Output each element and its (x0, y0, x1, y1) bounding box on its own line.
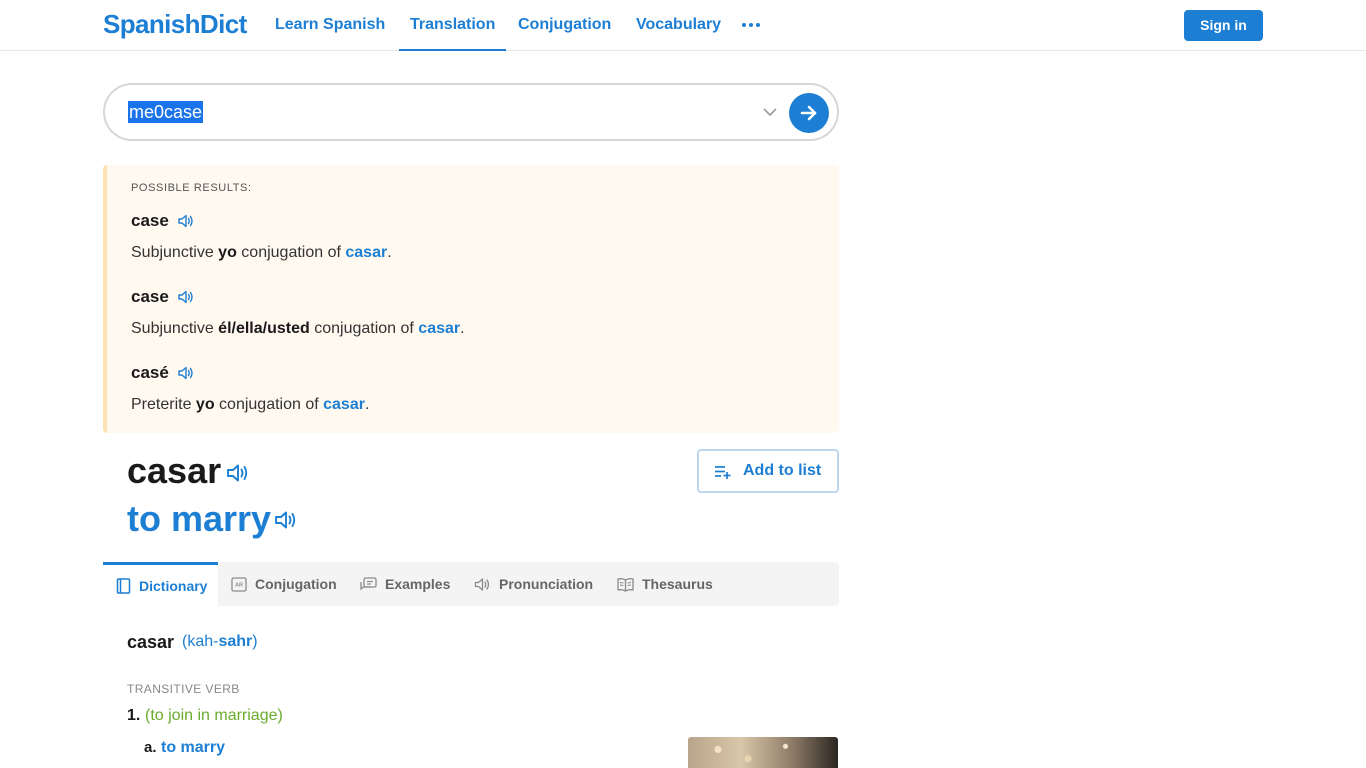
sense-number: 1. (127, 707, 141, 724)
search-submit-button[interactable] (789, 93, 829, 133)
search-box[interactable]: me0case (103, 83, 839, 141)
nav-learn-spanish[interactable]: Learn Spanish (275, 0, 385, 50)
entry-headword: casar (127, 632, 175, 652)
content-tabs: Dictionary AR Conjugation Examples Pronu… (103, 562, 839, 606)
result-description: Subjunctive yo conjugation of casar. (131, 244, 392, 261)
tab-label: Dictionary (139, 577, 208, 594)
speaker-icon[interactable] (177, 365, 195, 381)
result-word: casé (131, 363, 169, 382)
possible-results-panel: POSSIBLE RESULTS: case Subjunctive yo co… (103, 165, 839, 433)
illustration-image (688, 737, 838, 768)
arrow-right-icon (800, 105, 817, 121)
add-to-list-label: Add to list (743, 462, 822, 479)
pronunciation-link[interactable]: (kah-sahr) (182, 633, 258, 651)
nav-vocabulary[interactable]: Vocabulary (636, 0, 721, 50)
spanishdict-logo[interactable]: SpanishDict (103, 9, 247, 39)
nav-conjugation[interactable]: Conjugation (518, 0, 611, 50)
tab-pronunciation[interactable]: Pronunciation (474, 562, 593, 606)
result-word: case (131, 287, 169, 306)
tab-label: Conjugation (255, 576, 337, 592)
ellipsis-icon[interactable] (742, 23, 760, 27)
sub-sense-translation[interactable]: to marry (161, 739, 225, 757)
sign-in-button[interactable]: Sign in (1184, 10, 1263, 41)
casar-link[interactable]: casar (323, 396, 365, 413)
speaker-icon[interactable] (177, 289, 195, 305)
speaker-icon[interactable] (226, 462, 250, 484)
casar-link[interactable]: casar (418, 320, 460, 337)
nav-translation[interactable]: Translation (398, 0, 507, 51)
tab-label: Examples (385, 576, 451, 592)
headword: casar (127, 450, 222, 491)
casar-link[interactable]: casar (345, 244, 387, 261)
sense-context: (to join in marriage) (145, 707, 283, 724)
result-description: Preterite yo conjugation of casar. (131, 396, 370, 413)
tab-label: Pronunciation (499, 576, 594, 592)
speech-bubbles-icon (360, 576, 377, 590)
speaker-icon[interactable] (177, 213, 195, 229)
speaker-icon[interactable] (274, 509, 298, 531)
add-to-list-button[interactable]: Add to list (697, 449, 839, 493)
tab-examples[interactable]: Examples (360, 562, 450, 606)
book-icon (116, 577, 131, 594)
sub-sense-letter: a. (144, 739, 157, 756)
tab-dictionary[interactable]: Dictionary (103, 562, 218, 606)
result-word: case (131, 211, 169, 230)
tab-conjugation[interactable]: AR Conjugation (231, 562, 337, 606)
tab-thesaurus[interactable]: Thesaurus (617, 562, 713, 606)
add-list-icon (715, 466, 731, 479)
top-navbar: SpanishDict Learn Spanish Translation Co… (0, 0, 1366, 51)
conjugation-icon: AR (231, 576, 247, 592)
chevron-down-icon[interactable] (763, 105, 777, 119)
result-description: Subjunctive él/ella/usted conjugation of… (131, 320, 465, 337)
possible-results-title: POSSIBLE RESULTS: (131, 182, 252, 194)
headword-translation: to marry (127, 498, 272, 539)
part-of-speech: TRANSITIVE VERB (127, 682, 240, 696)
svg-text:AR: AR (235, 582, 243, 588)
tab-label: Thesaurus (642, 576, 713, 592)
open-book-icon (617, 577, 634, 592)
speaker-icon (474, 577, 490, 591)
search-input[interactable]: me0case (128, 101, 204, 123)
